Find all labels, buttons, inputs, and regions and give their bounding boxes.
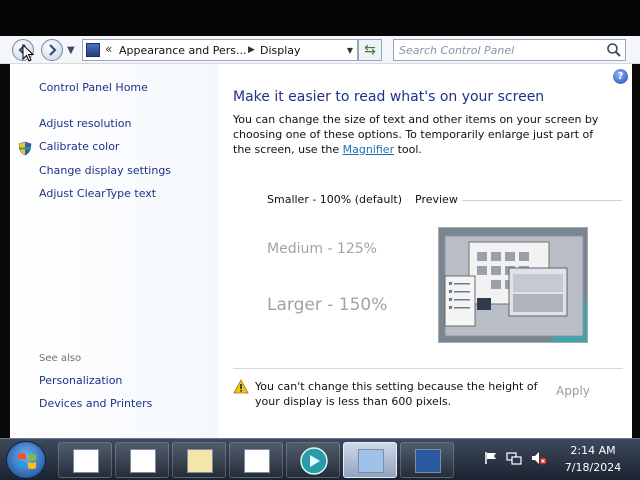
magnifier-link[interactable]: Magnifier (343, 143, 394, 156)
refresh-icon: ⇆ (364, 42, 376, 58)
search-input[interactable]: Search Control Panel (393, 39, 626, 61)
taskbar-item-5[interactable] (286, 442, 340, 478)
page-description: You can change the size of text and othe… (233, 112, 605, 157)
sidebar: Control Panel Home Adjust resolution Cal… (10, 64, 218, 438)
mouse-pointer-icon (22, 44, 34, 62)
forward-button[interactable] (41, 39, 63, 61)
volume-muted-icon[interactable] (531, 451, 547, 465)
window-thumbnail-icon (244, 449, 270, 473)
start-button[interactable] (6, 441, 46, 479)
breadcrumb-separator-arrow[interactable]: ▶ (248, 45, 255, 55)
window-thumbnail-icon (73, 449, 99, 473)
page-title: Make it easier to read what's on your sc… (233, 89, 545, 105)
sidebar-item-adjust-cleartype[interactable]: Adjust ClearType text (39, 187, 156, 200)
help-icon[interactable]: ? (613, 69, 628, 84)
breadcrumb-appearance[interactable]: Appearance and Pers... (119, 44, 247, 57)
address-dropdown-icon[interactable]: ▼ (347, 46, 353, 55)
search-icon[interactable] (606, 42, 622, 58)
taskbar-item-2[interactable] (115, 442, 169, 478)
sidebar-item-personalization[interactable]: Personalization (39, 374, 122, 387)
window-thumbnail-icon (130, 449, 156, 473)
taskbar-item-1[interactable] (58, 442, 112, 478)
control-panel-icon (86, 43, 100, 57)
taskbar-item-3[interactable] (172, 442, 226, 478)
content-pane: Control Panel Home Adjust resolution Cal… (10, 64, 632, 438)
option-medium[interactable]: Medium - 125% (267, 241, 377, 257)
shield-icon (18, 141, 32, 156)
warning-icon (233, 379, 249, 394)
preview-label: Preview (415, 193, 458, 206)
taskbar-item-control-panel[interactable] (343, 442, 397, 478)
apply-button[interactable]: Apply (556, 384, 590, 398)
see-also-heading: See also (39, 353, 82, 364)
search-placeholder: Search Control Panel (399, 44, 515, 57)
navigation-bar: ▼ « Appearance and Pers... ▶ Display ▼ ⇆… (0, 36, 640, 64)
address-bar[interactable]: « Appearance and Pers... ▶ Display ▼ (82, 39, 358, 61)
flag-icon[interactable] (484, 451, 498, 465)
network-icon[interactable] (506, 451, 522, 465)
recent-pages-dropdown[interactable]: ▼ (67, 45, 75, 56)
monitor-icon (415, 449, 441, 473)
sidebar-item-calibrate-color[interactable]: Calibrate color (39, 140, 119, 153)
preview-image (438, 227, 588, 343)
clock-time: 2:14 AM (570, 444, 616, 457)
system-clock[interactable]: 2:14 AM 7/18/2024 (558, 442, 628, 476)
picture-icon (187, 449, 213, 473)
display-settings-icon (358, 449, 384, 473)
sidebar-item-control-panel-home[interactable]: Control Panel Home (39, 81, 148, 94)
sidebar-item-change-display-settings[interactable]: Change display settings (39, 164, 171, 177)
preview-divider (462, 200, 622, 201)
option-smaller[interactable]: Smaller - 100% (default) (267, 193, 402, 206)
control-panel-window: ▼ « Appearance and Pers... ▶ Display ▼ ⇆… (0, 0, 640, 438)
option-larger[interactable]: Larger - 150% (267, 295, 387, 315)
forward-icon (49, 44, 57, 56)
description-text-end: tool. (394, 143, 422, 156)
taskbar-item-7[interactable] (400, 442, 454, 478)
media-player-icon (300, 447, 328, 475)
title-bar (0, 0, 640, 36)
windows-start-icon (18, 453, 36, 469)
refresh-button[interactable]: ⇆ (358, 39, 382, 61)
warning-divider (233, 368, 623, 369)
clock-date: 7/18/2024 (564, 461, 622, 474)
breadcrumb-overflow[interactable]: « (105, 42, 112, 56)
taskbar: 2:14 AM 7/18/2024 (0, 438, 640, 480)
preview-desktop-illustration (439, 228, 587, 342)
sidebar-item-devices-printers[interactable]: Devices and Printers (39, 397, 152, 410)
taskbar-item-4[interactable] (229, 442, 283, 478)
sidebar-item-adjust-resolution[interactable]: Adjust resolution (39, 117, 132, 130)
warning-message: You can't change this setting because th… (255, 380, 538, 408)
breadcrumb-display[interactable]: Display (260, 44, 301, 57)
